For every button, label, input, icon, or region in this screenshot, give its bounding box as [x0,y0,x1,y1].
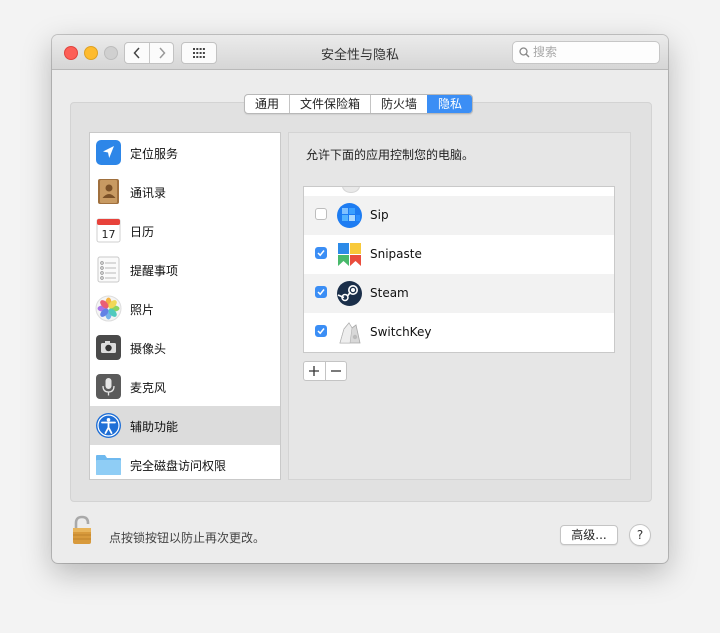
remove-app-button[interactable] [324,362,347,380]
sidebar-item-label: 定位服务 [130,147,179,161]
grid-icon [193,48,205,58]
lock-icon[interactable] [70,514,96,546]
camera-icon [96,335,121,360]
tab-bar: 通用 文件保险箱 防火墙 隐私 [244,94,474,114]
reminders-icon [97,256,120,283]
zoom-window-button[interactable] [104,46,118,60]
add-remove-buttons [303,361,347,381]
steam-app-icon [337,281,362,306]
sidebar-item-label: 摄像头 [130,342,167,356]
tab-firewall[interactable]: 防火墙 [370,95,427,113]
sip-app-icon [337,203,362,228]
search-icon [519,47,530,58]
app-checkbox[interactable] [315,325,327,337]
back-forward-buttons [124,42,174,64]
sidebar-item-full-disk-access[interactable]: 完全磁盘访问权限 [90,445,280,479]
tab-general[interactable]: 通用 [245,95,289,113]
plus-icon [309,366,319,376]
calendar-date-text: 17 [102,228,116,241]
sidebar-item-photos[interactable]: 照片 [90,289,280,328]
sidebar-item-label: 通讯录 [130,186,167,200]
preferences-window: 安全性与隐私 通用 文件保险箱 防火墙 隐私 定位服务 通讯录 [52,35,668,563]
minus-icon [330,370,341,372]
minimize-window-button[interactable] [84,46,98,60]
detail-pane: 允许下面的应用控制您的电脑。 Sip Snipaste Steam Switch… [288,132,631,480]
folder-icon [96,455,121,475]
sidebar-item-camera[interactable]: 摄像头 [90,328,280,367]
add-app-button[interactable] [304,362,325,380]
app-checkbox[interactable] [315,208,327,220]
sidebar-item-label: 辅助功能 [130,420,179,434]
sidebar-item-label: 照片 [130,303,155,317]
microphone-icon [96,374,121,399]
sidebar-item-microphone[interactable]: 麦克风 [90,367,280,406]
advanced-button[interactable]: 高级... [560,525,618,545]
sidebar-item-location-services[interactable]: 定位服务 [90,133,280,172]
contacts-book-icon [98,179,119,204]
app-checkbox[interactable] [315,247,327,259]
sidebar-item-reminders[interactable]: 提醒事项 [90,250,280,289]
chevron-left-icon [133,47,140,59]
detail-heading: 允许下面的应用控制您的电脑。 [306,148,475,162]
back-button[interactable] [125,43,149,63]
snipaste-app-icon [338,243,361,266]
close-window-button[interactable] [64,46,78,60]
list-item-snipaste[interactable]: Snipaste [304,235,614,274]
accessibility-icon [96,413,121,438]
app-name: Snipaste [370,247,422,261]
location-arrow-icon [96,140,121,165]
sidebar-item-calendar[interactable]: 17 日历 [90,211,280,250]
sidebar-item-label: 完全磁盘访问权限 [130,459,227,473]
sidebar-item-label: 麦克风 [130,381,167,395]
calendar-icon: 17 [96,218,121,243]
checkmark-icon [317,250,325,257]
help-button[interactable]: ? [629,524,651,546]
lock-hint-text: 点按锁按钮以防止再次更改。 [109,531,266,545]
checkmark-icon [317,328,325,335]
sidebar-item-accessibility[interactable]: 辅助功能 [90,406,280,445]
privacy-category-list: 定位服务 通讯录 17 日历 提醒事项 照片 摄像头 麦克风 辅助功能 完全磁盘… [89,132,281,480]
title-bar: 安全性与隐私 [52,35,668,70]
tab-privacy[interactable]: 隐私 [427,95,473,113]
partial-app-icon [342,187,360,193]
photos-flower-icon [95,295,122,322]
checkmark-icon [317,289,325,296]
sidebar-item-contacts[interactable]: 通讯录 [90,172,280,211]
show-all-button[interactable] [181,42,217,64]
window-title: 安全性与隐私 [320,48,399,63]
app-name: Sip [370,208,389,222]
list-item-steam[interactable]: Steam [304,274,614,313]
app-name: SwitchKey [370,325,432,339]
search-input[interactable] [533,44,651,60]
list-item-switchkey[interactable]: SwitchKey [304,313,614,352]
chevron-right-icon [158,47,166,59]
allowed-apps-list[interactable]: Sip Snipaste Steam SwitchKey [303,186,615,353]
app-name: Steam [370,286,409,300]
switchkey-app-icon [339,322,361,344]
search-field[interactable] [512,41,660,64]
app-checkbox[interactable] [315,286,327,298]
forward-button[interactable] [148,43,174,63]
list-item-sip[interactable]: Sip [304,196,614,235]
tab-filevault[interactable]: 文件保险箱 [289,95,370,113]
sidebar-item-label: 提醒事项 [130,264,179,278]
sidebar-item-label: 日历 [130,225,155,239]
